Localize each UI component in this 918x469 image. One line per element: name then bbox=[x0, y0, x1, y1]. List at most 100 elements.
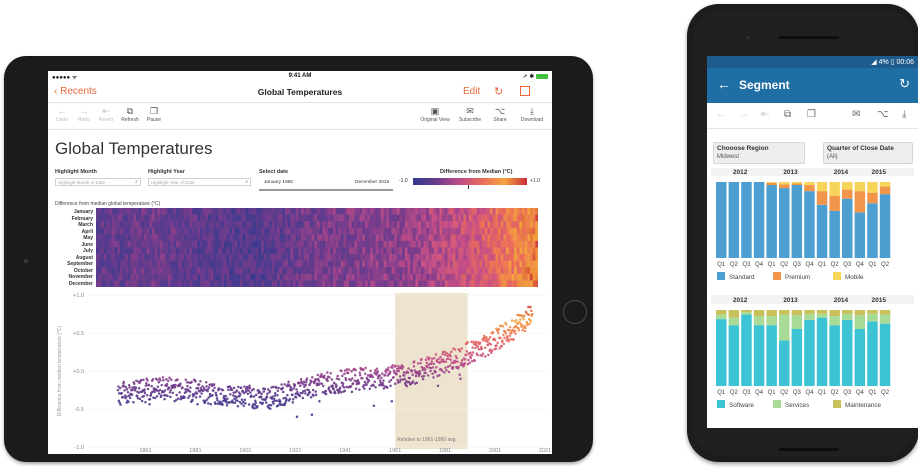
bar-segment bbox=[804, 319, 815, 386]
heatmap-cell bbox=[135, 280, 139, 287]
heatmap-cell bbox=[356, 273, 360, 281]
temperature-heatmap[interactable] bbox=[96, 208, 538, 287]
segment-stacked-bar-charts[interactable]: 2012 2013 2014 2015Q1 Q2 Q3 Q4 Q1 Q2 Q3 Q4 Q1 Q2 Q3 Q4… bbox=[707, 168, 918, 428]
heatmap-cell bbox=[162, 254, 166, 261]
refresh-icon[interactable]: ↻ bbox=[899, 76, 910, 92]
redo-icon[interactable]: → bbox=[739, 109, 749, 120]
redo-button[interactable]: → Redo bbox=[72, 106, 96, 123]
heatmap-cell bbox=[503, 214, 507, 222]
date-range-slider[interactable] bbox=[259, 189, 393, 191]
heatmap-cell bbox=[295, 221, 299, 229]
heatmap-cell bbox=[346, 260, 350, 268]
heatmap-cell bbox=[410, 273, 414, 281]
revert-button[interactable]: ⇤ Revert bbox=[94, 106, 118, 123]
heatmap-cell bbox=[354, 240, 358, 248]
heatmap-cell bbox=[396, 234, 400, 242]
heatmap-cell bbox=[191, 254, 195, 261]
original-view-button[interactable]: ▣ Original View bbox=[420, 106, 450, 123]
download-icon[interactable]: ⤓ bbox=[902, 109, 906, 120]
revert-icon[interactable]: ⇤ bbox=[761, 109, 769, 120]
heatmap-cell bbox=[146, 227, 150, 235]
heatmap-cell bbox=[221, 254, 225, 261]
scatter-point bbox=[411, 373, 414, 376]
heatmap-cell bbox=[482, 234, 486, 242]
pause-button[interactable]: ❐ Pause bbox=[142, 106, 166, 123]
heatmap-cell bbox=[359, 260, 363, 268]
tablet-home-button[interactable] bbox=[563, 300, 587, 324]
back-arrow-icon[interactable]: ← bbox=[717, 76, 731, 92]
heatmap-cell bbox=[503, 267, 507, 275]
edit-button[interactable]: Edit bbox=[463, 86, 480, 97]
heatmap-cell bbox=[359, 214, 363, 222]
share-button[interactable]: ⌥ Share bbox=[488, 106, 512, 123]
scatter-point bbox=[351, 382, 355, 385]
heatmap-cell bbox=[245, 280, 249, 287]
undo-button[interactable]: ← Undo bbox=[50, 106, 74, 123]
scatter-point bbox=[480, 354, 484, 358]
heatmap-cell bbox=[114, 247, 118, 255]
heatmap-cell bbox=[516, 267, 520, 275]
refresh-icon[interactable]: ↻ bbox=[494, 85, 503, 98]
heatmap-cell bbox=[396, 240, 400, 248]
heatmap-cell bbox=[415, 240, 419, 248]
heatmap-cell bbox=[434, 273, 438, 281]
heatmap-cell bbox=[524, 234, 528, 242]
heatmap-cell bbox=[117, 221, 121, 229]
heatmap-cell bbox=[303, 260, 307, 268]
heatmap-cell bbox=[407, 247, 411, 255]
scatter-point bbox=[425, 361, 429, 364]
scatter-point bbox=[504, 332, 508, 335]
heatmap-cell bbox=[423, 254, 427, 261]
heatmap-cell bbox=[231, 214, 235, 222]
heatmap-cell bbox=[125, 214, 129, 222]
highlight-month-input[interactable]: Highlight Month of Date ⌕ bbox=[55, 178, 141, 186]
heatmap-cell bbox=[380, 273, 384, 281]
refresh-button[interactable]: ⧉ Refresh bbox=[118, 106, 142, 123]
heatmap-cell bbox=[218, 254, 222, 261]
heatmap-cell bbox=[165, 221, 169, 229]
heatmap-cell bbox=[189, 280, 193, 287]
undo-icon[interactable]: ← bbox=[716, 109, 726, 120]
heatmap-cell bbox=[404, 234, 408, 242]
heatmap-cell bbox=[239, 280, 243, 287]
heatmap-cell bbox=[530, 273, 534, 281]
x-tick-label: 2021 bbox=[539, 448, 551, 454]
heatmap-cell bbox=[295, 227, 299, 235]
scatter-point bbox=[326, 371, 329, 374]
scatter-point bbox=[408, 380, 411, 384]
heatmap-cell bbox=[423, 208, 427, 215]
heatmap-cell bbox=[306, 267, 310, 275]
highlight-year-input[interactable]: Highlight Year of Date ⌕ bbox=[148, 178, 251, 186]
heatmap-cell bbox=[362, 267, 366, 275]
bar-segment bbox=[791, 182, 803, 184]
heatmap-cell bbox=[303, 273, 307, 281]
heatmap-cell bbox=[282, 234, 286, 242]
heatmap-cell bbox=[351, 227, 355, 235]
pause-icon[interactable]: ❐ bbox=[807, 109, 816, 120]
quarter-filter[interactable]: Quarter of Close Date (All) bbox=[823, 142, 913, 164]
heatmap-cell bbox=[383, 240, 387, 248]
heatmap-cell bbox=[330, 260, 334, 268]
heatmap-cell bbox=[309, 267, 313, 275]
heatmap-cell bbox=[340, 247, 345, 255]
heatmap-cell bbox=[452, 221, 456, 229]
bar-segment bbox=[766, 310, 777, 317]
refresh-data-icon[interactable]: ⧉ bbox=[784, 109, 791, 120]
subscribe-button[interactable]: ✉ Subscribe bbox=[458, 106, 482, 123]
heatmap-cell bbox=[111, 280, 116, 287]
heatmap-cell bbox=[351, 260, 355, 268]
region-filter[interactable]: Chooose Region Midwest bbox=[713, 142, 805, 164]
share-icon[interactable]: ⌥ bbox=[877, 109, 889, 120]
scatter-point bbox=[286, 393, 289, 397]
subscribe-icon[interactable]: ✉ bbox=[852, 109, 860, 120]
temperature-scatter-plot[interactable]: +1.0+0.5+0.0-0.5-1.0 1861 1881 1901 1921 1941… bbox=[48, 289, 552, 454]
scatter-point bbox=[236, 405, 240, 408]
scatter-point bbox=[372, 404, 376, 408]
heatmap-cell bbox=[468, 254, 472, 261]
heatmap-cell bbox=[431, 273, 435, 281]
download-button[interactable]: ⤓ Download bbox=[518, 106, 546, 123]
heatmap-cell bbox=[133, 254, 137, 261]
scatter-point bbox=[380, 376, 383, 380]
heatmap-cell bbox=[197, 254, 201, 261]
sheets-icon[interactable] bbox=[520, 86, 530, 96]
